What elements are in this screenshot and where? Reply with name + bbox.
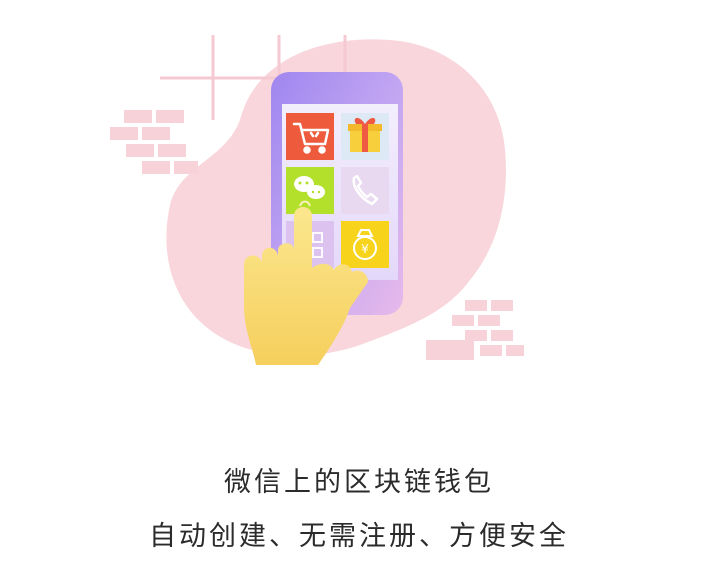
hero-subtitle: 自动创建、无需注册、方便安全: [149, 521, 569, 552]
hero-title: 微信上的区块链钱包: [224, 467, 494, 498]
currency-symbol: ¥: [361, 242, 369, 256]
app-shopping-cart[interactable]: [286, 113, 334, 160]
brick-wall-right: [426, 300, 524, 360]
app-wechat[interactable]: [286, 167, 334, 214]
app-gift[interactable]: [341, 113, 389, 160]
app-wallet[interactable]: ¥: [341, 221, 389, 268]
hero-illustration: ¥: [110, 35, 524, 365]
brick-wall-left: [110, 110, 198, 174]
app-phone[interactable]: [341, 167, 389, 214]
